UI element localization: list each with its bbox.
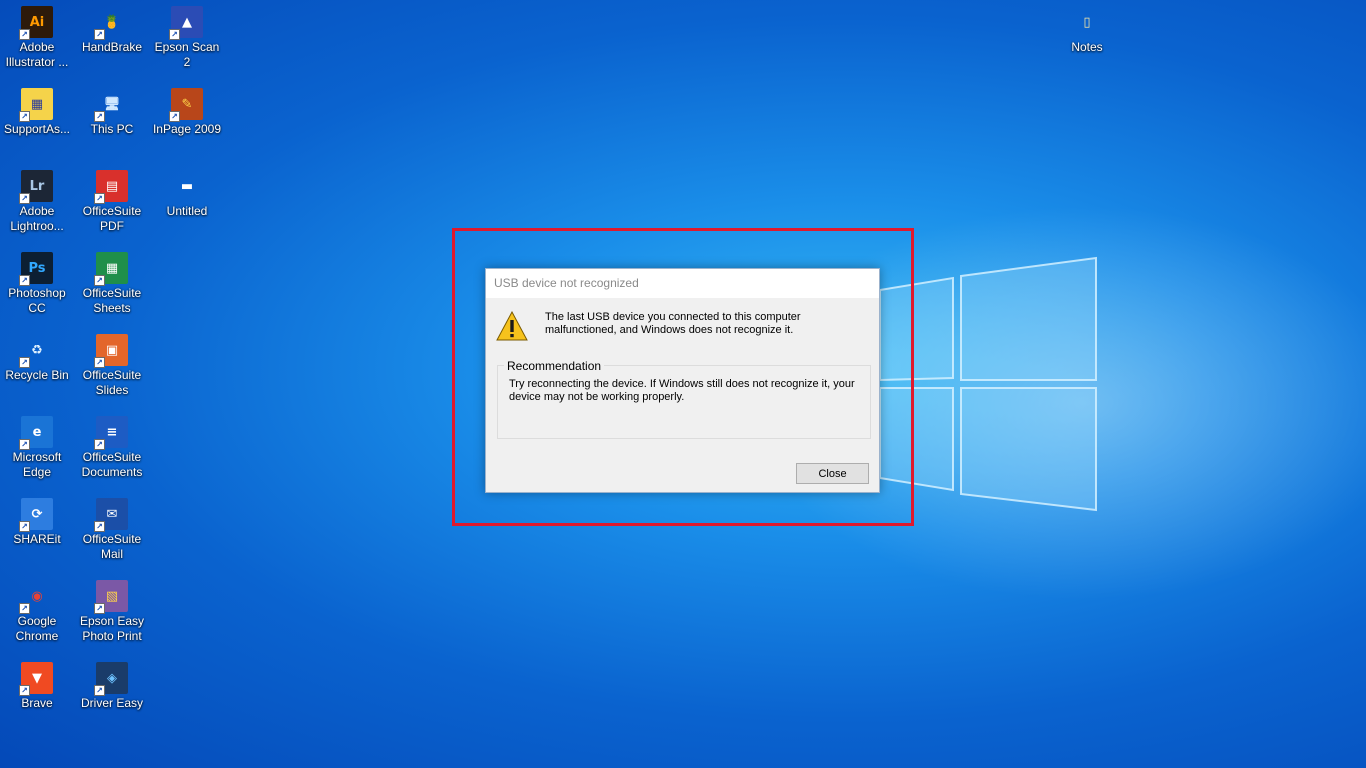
desktop-icon[interactable]: ▦ ↗ SupportAs...	[0, 82, 74, 160]
support-assist-icon: ▦ ↗	[19, 88, 53, 122]
recommendation-group: Recommendation Try reconnecting the devi…	[497, 359, 871, 439]
edge-icon: e ↗	[19, 416, 53, 450]
desktop-icon[interactable]: e ↗ Microsoft Edge	[0, 410, 74, 488]
desktop-icon-label: Adobe Lightroo...	[10, 204, 64, 233]
computer-icon: 🖥 ↗	[94, 88, 128, 122]
shortcut-arrow-icon: ↗	[169, 111, 180, 122]
desktop-icon[interactable]: 🖥 ↗ This PC	[75, 82, 149, 160]
message-row: The last USB device you connected to thi…	[496, 309, 869, 349]
desktop-icon[interactable]: ≡ ↗ OfficeSuite Documents	[75, 410, 149, 488]
desktop-icon-label: Epson Easy Photo Print	[79, 614, 145, 643]
desktop-icon[interactable]: ▲ ↗ Epson Scan 2	[150, 0, 224, 78]
desktop-icon-label: Driver Easy	[80, 696, 143, 710]
handbrake-icon: 🍍 ↗	[94, 6, 128, 40]
desktop-icon[interactable]: ▬ Untitled	[150, 164, 224, 242]
desktop-icon-label: Untitled	[166, 204, 208, 218]
shortcut-arrow-icon: ↗	[19, 193, 30, 204]
desktop-icon-label: Epson Scan 2	[154, 40, 220, 69]
shortcut-arrow-icon: ↗	[19, 275, 30, 286]
desktop-icon-label: SupportAs...	[3, 122, 71, 136]
shortcut-arrow-icon: ↗	[94, 439, 105, 450]
shortcut-arrow-icon: ↗	[19, 357, 30, 368]
lightroom-icon: Lr ↗	[19, 170, 53, 204]
driver-easy-icon: ◈ ↗	[94, 662, 128, 696]
shortcut-arrow-icon: ↗	[94, 29, 105, 40]
desktop-icon[interactable]: ◉ ↗ Google Chrome	[0, 574, 74, 652]
shortcut-arrow-icon: ↗	[19, 685, 30, 696]
desktop-icon[interactable]: ⟳ ↗ SHAREit	[0, 492, 74, 570]
desktop-icon-label: SHAREit	[13, 532, 61, 546]
recommendation-label: Recommendation	[504, 359, 605, 373]
desktop-icon[interactable]: ▯ Notes	[1050, 0, 1124, 78]
desktop-icon-label: This PC	[90, 122, 134, 136]
warning-icon	[496, 311, 528, 341]
shortcut-arrow-icon: ↗	[94, 521, 105, 532]
sheets-icon: ▦ ↗	[94, 252, 128, 286]
illustrator-icon: Ai ↗	[19, 6, 53, 40]
folder-icon: ▬	[180, 178, 194, 194]
notes-file-icon: ▯	[1083, 14, 1091, 30]
desktop-icon-label: Photoshop CC	[8, 286, 66, 315]
brave-icon: ▼ ↗	[19, 662, 53, 696]
shortcut-arrow-icon: ↗	[19, 439, 30, 450]
desktop-icon[interactable]: ✉ ↗ OfficeSuite Mail	[75, 492, 149, 570]
desktop-icon-label: OfficeSuite Mail	[82, 532, 142, 561]
shortcut-arrow-icon: ↗	[19, 29, 30, 40]
inpage-icon: ✎ ↗	[169, 88, 203, 122]
scanner-icon: ▲ ↗	[169, 6, 203, 40]
dialog-message: The last USB device you connected to thi…	[545, 311, 801, 336]
shortcut-arrow-icon: ↗	[94, 193, 105, 204]
shortcut-arrow-icon: ↗	[94, 275, 105, 286]
mail-icon: ✉ ↗	[94, 498, 128, 532]
slides-icon: ▣ ↗	[94, 334, 128, 368]
shortcut-arrow-icon: ↗	[19, 603, 30, 614]
desktop-icon-label: OfficeSuite Slides	[82, 368, 142, 397]
desktop-icon-label: OfficeSuite Documents	[81, 450, 143, 479]
desktop-icon-label: Adobe Illustrator ...	[5, 40, 69, 69]
shortcut-arrow-icon: ↗	[19, 111, 30, 122]
shortcut-arrow-icon: ↗	[94, 111, 105, 122]
desktop-icon[interactable]: 🍍 ↗ HandBrake	[75, 0, 149, 78]
usb-error-dialog: USB device not recognized The last USB d…	[485, 268, 880, 493]
desktop-icon[interactable]: ✎ ↗ InPage 2009	[150, 82, 224, 160]
shortcut-arrow-icon: ↗	[94, 357, 105, 368]
chrome-icon: ◉ ↗	[19, 580, 53, 614]
dialog-title[interactable]: USB device not recognized	[486, 269, 879, 298]
desktop-icon[interactable]: ▼ ↗ Brave	[0, 656, 74, 734]
shortcut-arrow-icon: ↗	[169, 29, 180, 40]
desktop-icon-label: Notes	[1071, 40, 1103, 54]
photoshop-icon: Ps ↗	[19, 252, 53, 286]
recycle-bin-icon: ♻ ↗	[19, 334, 53, 368]
pdf-icon: ▤ ↗	[94, 170, 128, 204]
desktop-icon[interactable]: ▣ ↗ OfficeSuite Slides	[75, 328, 149, 406]
desktop-icon[interactable]: Lr ↗ Adobe Lightroo...	[0, 164, 74, 242]
desktop-icon[interactable]: ▤ ↗ OfficeSuite PDF	[75, 164, 149, 242]
desktop-icon-label: Google Chrome	[15, 614, 59, 643]
documents-icon: ≡ ↗	[94, 416, 128, 450]
desktop-icon[interactable]: ▦ ↗ OfficeSuite Sheets	[75, 246, 149, 324]
desktop-icon[interactable]: ▧ ↗ Epson Easy Photo Print	[75, 574, 149, 652]
desktop-icon[interactable]: ♻ ↗ Recycle Bin	[0, 328, 74, 406]
desktop-icon[interactable]: ◈ ↗ Driver Easy	[75, 656, 149, 734]
desktop-icon-label: Recycle Bin	[5, 368, 69, 382]
close-button[interactable]: Close	[796, 463, 869, 484]
shareit-icon: ⟳ ↗	[19, 498, 53, 532]
shortcut-arrow-icon: ↗	[94, 603, 105, 614]
desktop-icon-label: Brave	[21, 696, 53, 710]
desktop-icon-label: OfficeSuite PDF	[82, 204, 142, 233]
shortcut-arrow-icon: ↗	[19, 521, 30, 532]
desktop-icon-label: Microsoft Edge	[12, 450, 62, 479]
shortcut-arrow-icon: ↗	[94, 685, 105, 696]
recommendation-text: Try reconnecting the device. If Windows …	[509, 378, 855, 403]
desktop-icon-label: OfficeSuite Sheets	[82, 286, 142, 315]
desktop-icon[interactable]: Ps ↗ Photoshop CC	[0, 246, 74, 324]
desktop-icon[interactable]: Ai ↗ Adobe Illustrator ...	[0, 0, 74, 78]
desktop-icon-label: HandBrake	[81, 40, 143, 54]
photo-print-icon: ▧ ↗	[94, 580, 128, 614]
desktop-icon-label: InPage 2009	[152, 122, 222, 136]
